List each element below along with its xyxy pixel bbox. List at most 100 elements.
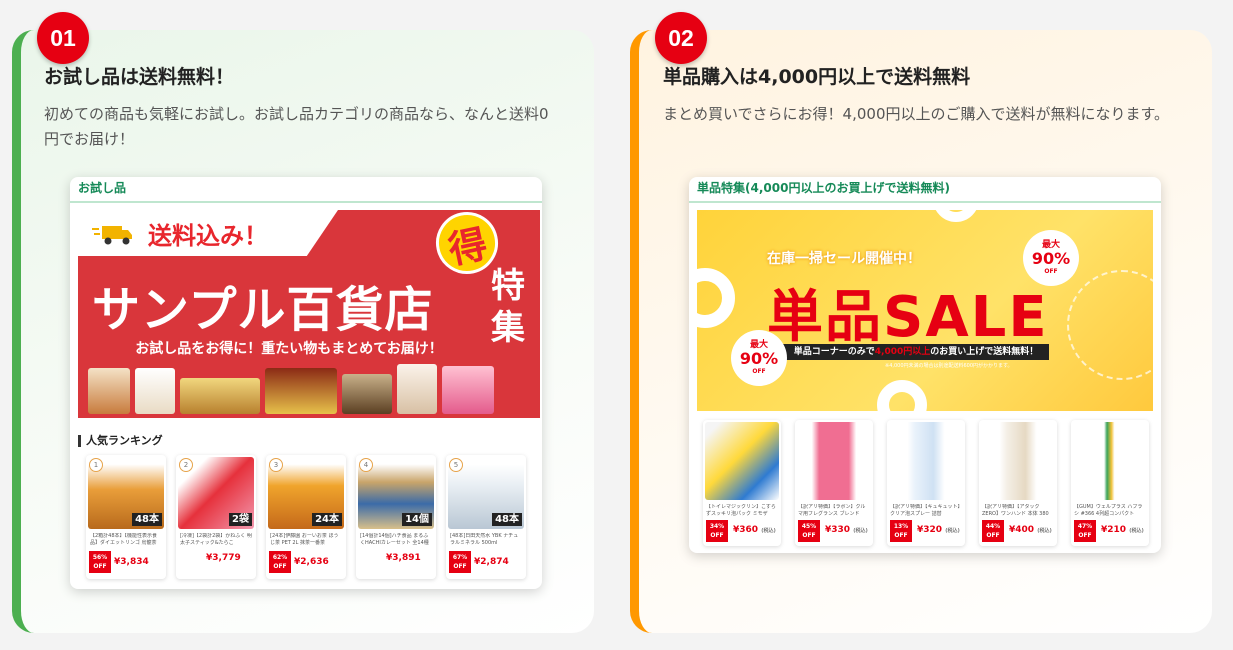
seal-off: OFF <box>1044 268 1058 275</box>
sale-item[interactable]: 【訳アリ特価】【アタックZERO】ワンハンド 本体 380 44% OFF ¥4… <box>979 420 1057 546</box>
trial-category-preview[interactable]: お試し品 送料込み！ 得 サンプル百貨店 特集 お試し品をお得に！重たい物もまと… <box>70 177 542 589</box>
product-price: ¥3,834 <box>114 557 149 567</box>
ranking-item[interactable]: 5 48本 [48本]日田天然水 YBK ナチュラルミネラル 500ml 67%… <box>446 455 526 579</box>
ranking-list: 1 48本 【2箱計48本】【機能性表示食品】ダイエットリンゴ 烏龍茶 56% … <box>86 455 534 579</box>
banner-note: ※4,000円未満の場合は別途配送料600円がかかります。 <box>885 363 1013 369</box>
seal-value: 90% <box>739 349 779 368</box>
step-title: 単品購入は4,000円以上で送料無料 <box>663 66 971 88</box>
rank-badge: 3 <box>269 458 283 472</box>
product-image <box>797 422 871 500</box>
banner-subtitle: お試し品をお得に！重たい物もまとめてお届け！ <box>135 341 443 357</box>
seal-off: OFF <box>752 368 766 375</box>
discount-badge: 13% OFF <box>890 520 912 542</box>
price-tax: (税込) <box>853 528 868 534</box>
discount-badge: 62% OFF <box>269 551 291 573</box>
quantity-label: 24本 <box>312 513 342 526</box>
product-name: 【トイレマジックリン】こすらずスッキリ泡パック ミモザ <box>706 504 776 517</box>
discount-badge: 47% OFF <box>1074 520 1096 542</box>
panel-heading: お試し品 <box>70 177 542 203</box>
product-price: ¥330 (税込) <box>825 525 868 535</box>
sale-item-list: 【トイレマジックリン】こすらずスッキリ泡パック ミモザ 34% OFF ¥360… <box>703 420 1153 546</box>
discount-badge: 44% OFF <box>982 520 1004 542</box>
product-name: [14個計14個]ハチ食品 まるふくHACHIカレーセット 全14種 <box>360 533 429 546</box>
step-number-badge: 02 <box>655 12 707 64</box>
product-name: 【GUM】ウェルプラス ハブラシ #366 4列超コンパクト <box>1074 504 1143 517</box>
ranking-item[interactable]: 4 14個 [14個計14個]ハチ食品 まるふくHACHIカレーセット 全14種… <box>356 455 436 579</box>
sale-item[interactable]: 【訳アリ特価】【ラボン】クルマ用フレグランス ブレンド 45% OFF ¥330… <box>795 420 873 546</box>
sale-banner[interactable]: 在庫一掃セール開催中！ 単品SALE 単品コーナーのみで4,000円以上のお買い… <box>697 210 1153 411</box>
product-name: 【2箱計48本】【機能性表示食品】ダイエットリンゴ 烏龍茶 <box>90 533 158 546</box>
rank-badge: 4 <box>359 458 373 472</box>
truck-icon <box>92 226 132 245</box>
sale-item[interactable]: 【トイレマジックリン】こすらずスッキリ泡パック ミモザ 34% OFF ¥360… <box>703 420 781 546</box>
condition-highlight: 4,000円以上 <box>874 347 931 357</box>
trial-banner[interactable]: 送料込み！ 得 サンプル百貨店 特集 お試し品をお得に！重たい物もまとめてお届け… <box>78 210 540 418</box>
decor-ring <box>697 268 735 328</box>
price-value: ¥320 <box>917 525 943 535</box>
price-value: ¥400 <box>1009 525 1035 535</box>
product-name: [冷凍]【2袋計2袋】かねふく 明太子スティック&たらこ <box>180 533 252 546</box>
product-name: 【訳アリ特価】【ラボン】クルマ用フレグランス ブレンド <box>798 504 866 517</box>
discount-badge: 67% OFF <box>449 551 471 573</box>
price-tax: (税込) <box>945 528 960 534</box>
price-tax: (税込) <box>1129 528 1144 534</box>
max-off-seal: 最大 90% OFF <box>733 332 785 384</box>
condition-suffix: のお買い上げで送料無料！ <box>930 347 1039 357</box>
banner-shipping-text: 送料込み！ <box>148 222 268 250</box>
product-price: ¥3,891 <box>386 553 421 563</box>
discount-badge: 34% OFF <box>706 520 728 542</box>
decor-ring <box>1067 270 1153 380</box>
ranking-item[interactable]: 2 2袋 [冷凍]【2袋計2袋】かねふく 明太子スティック&たらこ ¥3,779 <box>176 455 256 579</box>
sale-item[interactable]: 【訳アリ特価】【キュキュット】クリア泡スプレー 詰替 13% OFF ¥320 … <box>887 420 965 546</box>
product-price: ¥3,779 <box>206 553 241 563</box>
price-tax: (税込) <box>761 528 776 534</box>
product-image <box>442 366 494 414</box>
panel-heading: 単品特集(4,000円以上のお買上げで送料無料) <box>689 177 1161 203</box>
price-value: ¥360 <box>733 525 759 535</box>
rank-badge: 1 <box>89 458 103 472</box>
rank-badge: 2 <box>179 458 193 472</box>
banner-sale-title: 単品SALE <box>767 285 1049 350</box>
decor-ring <box>877 380 927 411</box>
price-tax: (税込) <box>1037 528 1052 534</box>
product-name: [24本]伊藤園 おーいお茶 ほうじ茶 PET 2L 抹茶一番茶 <box>270 533 339 546</box>
condition-prefix: 単品コーナーのみで <box>793 347 875 357</box>
product-image <box>705 422 779 500</box>
product-image <box>1073 422 1147 500</box>
seal-value: 90% <box>1031 249 1071 268</box>
step-description: まとめ買いでさらにお得！4,000円以上のご購入で送料が無料になります。 <box>663 105 1169 123</box>
banner-store-name: サンプル百貨店 <box>92 282 434 338</box>
price-value: ¥210 <box>1101 525 1127 535</box>
product-image <box>88 368 130 414</box>
step-title: お試し品は送料無料！ <box>44 66 235 88</box>
price-value: ¥330 <box>825 525 851 535</box>
discount-badge: 56% OFF <box>89 551 111 573</box>
quantity-label: 48本 <box>492 513 522 526</box>
product-price: ¥320 (税込) <box>917 525 960 535</box>
product-price: ¥2,874 <box>474 557 509 567</box>
product-name: [48本]日田天然水 YBK ナチュラルミネラル 500ml <box>450 533 519 546</box>
product-image <box>397 364 437 414</box>
ranking-item[interactable]: 1 48本 【2箱計48本】【機能性表示食品】ダイエットリンゴ 烏龍茶 56% … <box>86 455 166 579</box>
step-number-badge: 01 <box>37 12 89 64</box>
max-off-seal: 最大 90% OFF <box>1025 232 1077 284</box>
ranking-heading: 人気ランキング <box>78 435 163 447</box>
sale-item[interactable]: 【GUM】ウェルプラス ハブラシ #366 4列超コンパクト 47% OFF ¥… <box>1071 420 1149 546</box>
product-name: 【訳アリ特価】【キュキュット】クリア泡スプレー 詰替 <box>890 504 961 517</box>
discount-badge: 45% OFF <box>798 520 820 542</box>
product-price: ¥400 (税込) <box>1009 525 1052 535</box>
single-item-sale-preview[interactable]: 単品特集(4,000円以上のお買上げで送料無料) 在庫一掃セール開催中！ 単品S… <box>689 177 1161 553</box>
quantity-label: 2袋 <box>229 513 252 526</box>
step-description: 初めての商品も気軽にお試し。お試し品カテゴリの商品なら、なんと送料0円でお届け！ <box>44 105 549 148</box>
banner-special: 特集 <box>491 266 525 348</box>
product-image <box>180 378 260 414</box>
decor-ring <box>933 210 979 222</box>
product-image <box>135 368 175 414</box>
rank-badge: 5 <box>449 458 463 472</box>
banner-condition: 単品コーナーのみで4,000円以上のお買い上げで送料無料！ <box>783 344 1049 360</box>
product-name: 【訳アリ特価】【アタックZERO】ワンハンド 本体 380 <box>982 504 1049 517</box>
quantity-label: 48本 <box>132 513 162 526</box>
product-image <box>342 374 392 414</box>
product-image <box>889 422 963 500</box>
ranking-item[interactable]: 3 24本 [24本]伊藤園 おーいお茶 ほうじ茶 PET 2L 抹茶一番茶 6… <box>266 455 346 579</box>
